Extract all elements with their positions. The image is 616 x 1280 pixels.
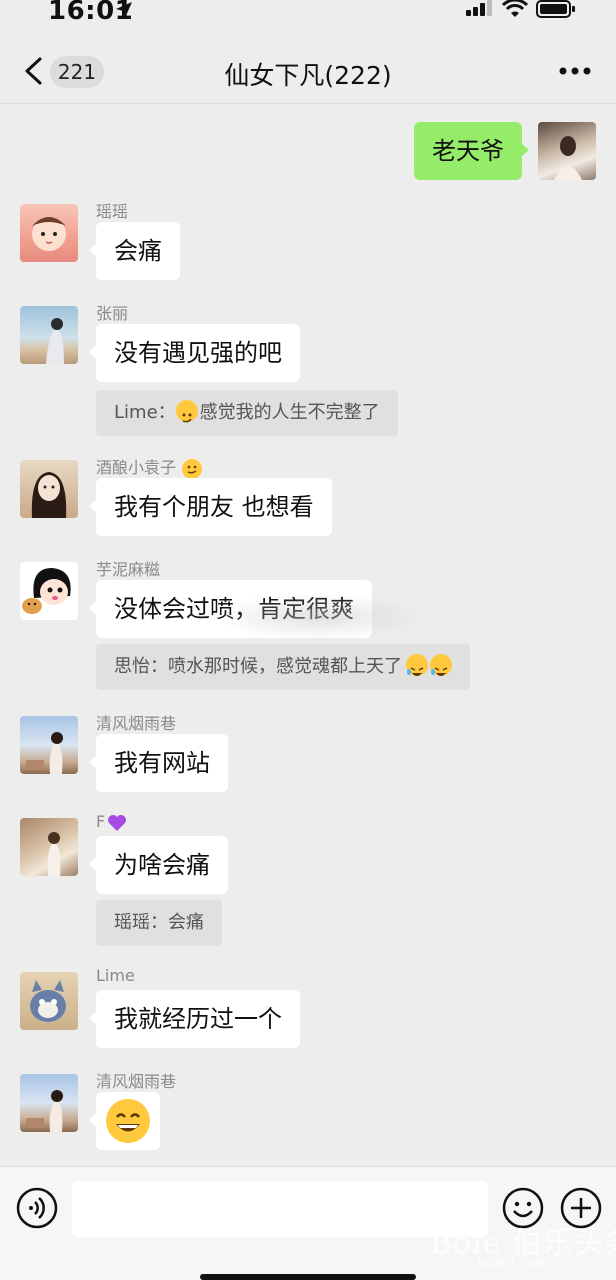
message-bubble[interactable]: 没有遇见强的吧 [89, 324, 300, 382]
grin-emoji-icon [106, 1099, 150, 1143]
watermark-url: bolett.com [478, 1256, 548, 1271]
wifi-icon [502, 0, 528, 17]
avatar-lime[interactable] [20, 972, 78, 1030]
message-bubble[interactable]: 我就经历过一个 [89, 990, 300, 1048]
sender-name: Lime [96, 966, 135, 985]
voice-icon[interactable] [16, 1187, 58, 1229]
sender-name: F [96, 812, 127, 832]
chat-header: 221 仙女下凡(222) [0, 26, 616, 104]
my-avatar[interactable] [538, 122, 596, 180]
emoji-message-bubble[interactable] [89, 1092, 160, 1150]
chat-title: 仙女下凡(222) [224, 61, 392, 90]
signal-icon [466, 0, 492, 16]
smirk-emoji-icon [182, 458, 203, 479]
message-bubble[interactable]: 我有网站 [89, 734, 228, 792]
sender-name: 张丽 [96, 304, 129, 323]
quote-text: 瑶瑶：会痛 [114, 912, 204, 933]
status-bar: 16:01 [0, 0, 616, 26]
laugh-cry-emoji-icon [406, 654, 428, 676]
sender-name: 酒酿小袁子 [96, 454, 203, 479]
more-dots-icon[interactable] [558, 64, 592, 78]
home-indicator [200, 1274, 416, 1280]
message-bubble[interactable]: 会痛 [89, 222, 180, 280]
sender-name: 瑶瑶 [96, 202, 129, 221]
smirk-emoji-icon [175, 400, 198, 423]
avatar-f[interactable] [20, 818, 78, 876]
message-bubble[interactable]: 为啥会痛 [89, 836, 228, 894]
quote-text: 思怡：喷水那时候，感觉魂都上天了 [114, 656, 402, 677]
avatar-yaoyao[interactable] [20, 204, 78, 262]
quoted-reply[interactable]: 思怡：喷水那时候，感觉魂都上天了 [96, 644, 470, 690]
location-arrow-icon [116, 2, 132, 18]
sender-name: 芋泥麻糍 [96, 560, 161, 579]
purple-heart-icon [108, 814, 127, 831]
my-message-bubble[interactable]: 老天爷 [414, 122, 529, 180]
message-input[interactable] [72, 1181, 488, 1237]
laugh-cry-emoji-icon [430, 654, 452, 676]
avatar-yunimaci[interactable] [20, 562, 78, 620]
avatar-qingfeng[interactable] [20, 1074, 78, 1132]
blurred-area [214, 594, 424, 640]
quoted-reply[interactable]: Lime： 感觉我的人生不完整了 [96, 390, 398, 436]
message-bubble[interactable]: 我有个朋友 也想看 [89, 478, 332, 536]
quoted-reply[interactable]: 瑶瑶：会痛 [96, 900, 222, 946]
quote-text: 感觉我的人生不完整了 [199, 402, 380, 423]
battery-icon [536, 0, 575, 18]
sender-name: 清风烟雨巷 [96, 1072, 177, 1091]
avatar-jiuniang[interactable] [20, 460, 78, 518]
avatar-qingfeng[interactable] [20, 716, 78, 774]
sender-name: 清风烟雨巷 [96, 714, 177, 733]
quote-prefix: Lime： [114, 402, 176, 423]
avatar-zhangli[interactable] [20, 306, 78, 364]
